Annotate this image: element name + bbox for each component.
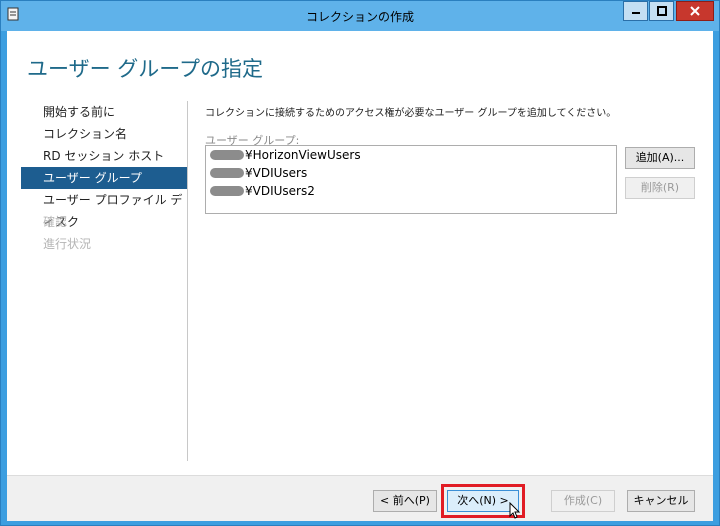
remove-button[interactable]: 削除(R): [625, 177, 695, 199]
minimize-icon: [631, 12, 640, 14]
sidebar-item-user-groups[interactable]: ユーザー グループ: [21, 167, 187, 189]
group-name: ¥HorizonViewUsers: [245, 148, 361, 162]
sidebar-item-confirmation: 確認: [43, 215, 68, 229]
wizard-steps-sidebar: 開始する前に コレクション名 RD セッション ホスト ユーザー グループ ユー…: [21, 101, 187, 255]
dialog-window: コレクションの作成 ユーザー グループの指定 開始する前に コレクション名 RD…: [0, 0, 720, 526]
sidebar-item-rd-session-host[interactable]: RD セッション ホスト: [21, 145, 187, 167]
page-title: ユーザー グループの指定: [27, 57, 263, 81]
sidebar-item-progress: 進行状況: [43, 237, 92, 251]
maximize-icon: [656, 6, 667, 16]
list-item[interactable]: ¥VDIUsers: [206, 164, 616, 182]
sidebar-item-user-profile-disks[interactable]: ユーザー プロファイル ディスク: [21, 189, 187, 229]
mouse-cursor-icon: [509, 502, 521, 519]
cancel-button[interactable]: キャンセル: [627, 490, 695, 512]
sidebar-item-before-you-begin[interactable]: 開始する前に: [21, 101, 187, 123]
user-groups-list[interactable]: ¥HorizonViewUsers ¥VDIUsers ¥VDIUsers2: [205, 145, 617, 214]
maximize-button[interactable]: [649, 1, 674, 21]
window-title: コレクションの作成: [305, 10, 414, 24]
redacted-domain: [210, 186, 244, 196]
redacted-domain: [210, 150, 244, 160]
close-icon: [690, 6, 700, 16]
title-bar[interactable]: コレクションの作成: [1, 1, 719, 31]
previous-button[interactable]: < 前へ(P): [373, 490, 437, 512]
group-name: ¥VDIUsers: [245, 166, 308, 180]
redacted-domain: [210, 168, 244, 178]
list-item[interactable]: ¥VDIUsers2: [206, 182, 616, 200]
add-button[interactable]: 追加(A)...: [625, 147, 695, 169]
close-button[interactable]: [676, 1, 714, 21]
dialog-body: ユーザー グループの指定 開始する前に コレクション名 RD セッション ホスト…: [7, 31, 713, 521]
instruction-text: コレクションに接続するためのアクセス権が必要なユーザー グループを追加してくださ…: [205, 108, 617, 119]
minimize-button[interactable]: [623, 1, 648, 21]
sidebar-divider: [187, 101, 188, 461]
list-item[interactable]: ¥HorizonViewUsers: [206, 146, 616, 164]
group-name: ¥VDIUsers2: [245, 184, 315, 198]
sidebar-item-collection-name[interactable]: コレクション名: [21, 123, 187, 145]
footer-bar: < 前へ(P) 次へ(N) > 作成(C) キャンセル: [7, 475, 713, 521]
create-button[interactable]: 作成(C): [551, 490, 615, 512]
